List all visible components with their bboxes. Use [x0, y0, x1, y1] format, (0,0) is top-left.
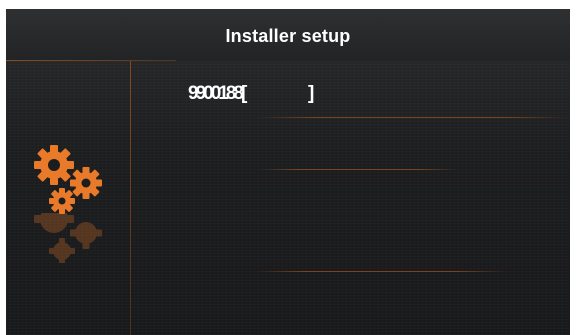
code-input-value[interactable]: 9900188[: [188, 83, 247, 105]
gears-icon: [34, 145, 102, 214]
title-bar: Installer setup: [6, 9, 570, 61]
installer-setup-screen: Installer setup 9900188[]: [6, 9, 570, 335]
row-divider-1: [254, 117, 570, 118]
row-divider-3: [256, 271, 506, 272]
title-divider: [6, 60, 176, 61]
code-input-closing-bracket: ]: [308, 83, 315, 104]
sidebar-divider: [130, 61, 131, 335]
row-divider-2: [258, 169, 458, 170]
page-title: Installer setup: [225, 26, 351, 46]
gears-reflection: [34, 213, 102, 263]
